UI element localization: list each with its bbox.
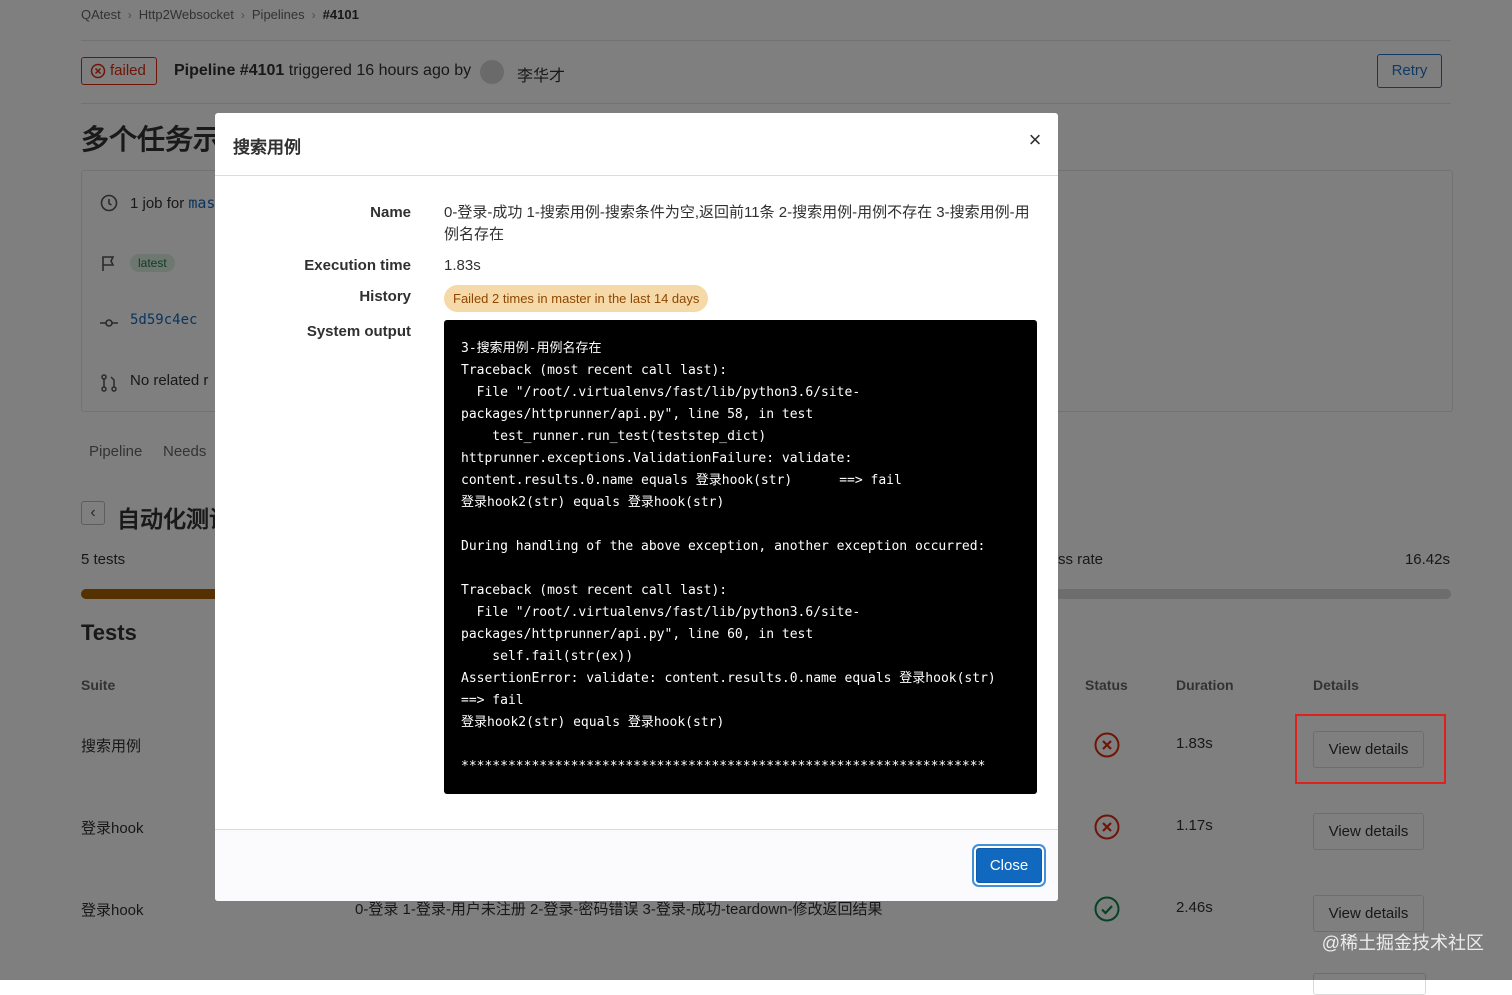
history-label: History	[359, 288, 411, 305]
name-value: 0-登录-成功 1-搜索用例-搜索条件为空,返回前11条 2-搜索用例-用例不存…	[444, 204, 1030, 243]
system-output-label: System output	[306, 323, 411, 340]
test-details-modal: 搜索用例 × Name 0-登录-成功 1-搜索用例-搜索条件为空,返回前11条…	[215, 113, 1058, 901]
execution-time-label: Execution time	[304, 257, 411, 274]
modal-header: 搜索用例 ×	[215, 113, 1058, 176]
modal-footer: Close	[215, 829, 1058, 901]
system-output-code[interactable]: 3-搜索用例-用例名存在 Traceback (most recent call…	[444, 320, 1037, 794]
highlight-annotation-box	[1295, 714, 1446, 784]
name-label: Name	[370, 204, 411, 221]
modal-title: 搜索用例	[233, 138, 301, 157]
execution-time-value: 1.83s	[444, 257, 481, 274]
history-badge: Failed 2 times in master in the last 14 …	[444, 285, 709, 312]
watermark: @稀土掘金技术社区	[1321, 933, 1484, 953]
close-icon[interactable]: ×	[1024, 129, 1046, 151]
close-button[interactable]: Close	[976, 848, 1042, 883]
